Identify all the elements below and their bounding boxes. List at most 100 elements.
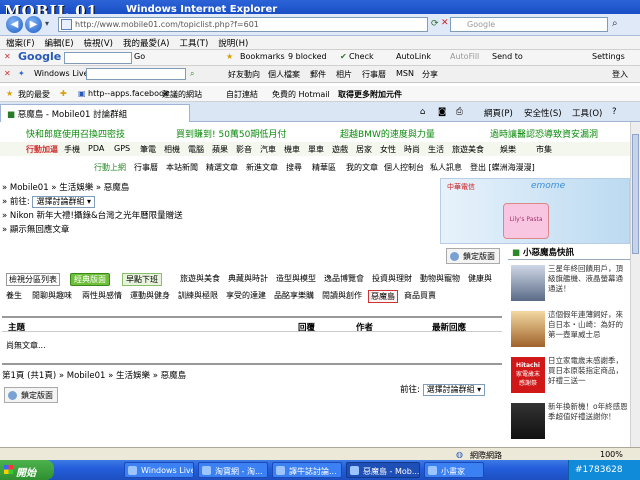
menu-tools[interactable]: 工具(T)	[179, 37, 208, 49]
nav-notebook[interactable]: 筆電	[140, 144, 156, 155]
classic-layout-button[interactable]: 經典版面	[70, 273, 110, 286]
feeds-icon[interactable]: ◙	[438, 107, 446, 117]
tools-menu[interactable]: 工具(O)	[572, 107, 602, 119]
subnav-mobile-web[interactable]: 行動上網	[94, 162, 126, 173]
send-to-button[interactable]: Send to	[492, 52, 523, 61]
live-item-mail[interactable]: 郵件	[310, 69, 326, 80]
cat-model[interactable]: 造型與模型	[276, 273, 316, 284]
cat-expo[interactable]: 逸品博覽會	[324, 273, 364, 284]
live-item-msn[interactable]: MSN	[396, 69, 414, 78]
subnav-search[interactable]: 搜尋	[286, 162, 302, 173]
taskbar-item-windows-live[interactable]: Windows Live...	[124, 462, 194, 478]
taskbar-item-paint[interactable]: 小畫家	[424, 462, 484, 478]
live-item-calendar[interactable]: 行事曆	[362, 69, 386, 80]
ad-link-2[interactable]: 買到賺到! 50萬50期低月付	[176, 127, 286, 140]
news-item[interactable]: 三星年終回饋用戶，頂級旗艦機、液晶螢幕通通送！	[508, 262, 630, 306]
ad-link-1[interactable]: 快和郎庭使用召換四密技	[26, 127, 125, 140]
home-icon[interactable]: ⌂	[420, 107, 425, 117]
print-icon[interactable]: ⎙	[456, 107, 463, 117]
nav-entertainment[interactable]: 娛樂	[500, 144, 516, 155]
menu-edit[interactable]: 編輯(E)	[45, 37, 74, 49]
taskbar-item-taobao[interactable]: 淘寶網 - 淘...	[198, 462, 268, 478]
cat-collect-watch[interactable]: 典藏與時計	[228, 273, 268, 284]
subnav-calendar[interactable]: 行事曆	[134, 162, 158, 173]
autofill-button[interactable]: AutoFill	[450, 52, 479, 61]
fav-link-addons[interactable]: 取得更多附加元件	[338, 89, 402, 100]
search-input[interactable]: Google	[450, 17, 608, 32]
show-unanswered-link[interactable]: » 顯示無回應文章	[2, 223, 69, 235]
vertical-scrollbar[interactable]	[630, 122, 640, 447]
cat-trade[interactable]: 商品買賣	[404, 290, 436, 301]
cat-devil-island-current[interactable]: 惡魔島	[368, 290, 398, 303]
nikon-promo-link[interactable]: » Nikon 新年大禮!攝錄&台灣之光年曆限量贈送	[2, 209, 183, 221]
forum-select[interactable]: 選擇討論群組 ▾	[32, 195, 96, 208]
early-leave-button[interactable]: 早點下班	[122, 273, 162, 286]
stop-icon[interactable]: ✕	[441, 18, 449, 28]
subnav-essence[interactable]: 精華區	[312, 162, 336, 173]
live-search-input[interactable]	[86, 68, 186, 80]
ad-link-4[interactable]: 過時讓醫認恐導致資安漏洞	[490, 127, 598, 140]
col-author[interactable]: 作者	[356, 321, 373, 333]
bottom-forum-select[interactable]: 選擇討論群組 ▾	[422, 383, 486, 396]
cat-relationship[interactable]: 兩性與感情	[82, 290, 122, 301]
nav-home[interactable]: 居家	[356, 144, 372, 155]
nav-travel[interactable]: 旅遊美食	[452, 144, 484, 155]
close-toolbar-icon[interactable]: ✕	[4, 52, 11, 61]
news-item[interactable]: 新年換新機！o年終感恩季超值好禮送謝你！	[508, 400, 630, 444]
close-live-icon[interactable]: ✕	[4, 69, 11, 78]
fav-link-facebook[interactable]: http--apps.facebook	[88, 89, 169, 98]
nav-mobile[interactable]: 行動加逼	[26, 144, 58, 155]
spellcheck-button[interactable]: Check	[349, 52, 374, 61]
emome-banner[interactable]: 中華電信 emome Lily's Pasta	[440, 178, 630, 244]
subnav-new[interactable]: 新進文章	[246, 162, 278, 173]
favorites-button[interactable]: 我的最愛	[18, 89, 50, 100]
google-search-input[interactable]	[64, 52, 132, 64]
pager-breadcrumb[interactable]: 第1頁 (共1頁) » Mobile01 » 生活娛樂 » 惡魔島	[2, 369, 186, 381]
menu-help[interactable]: 說明(H)	[218, 37, 248, 49]
page-menu[interactable]: 網頁(P)	[484, 107, 513, 119]
back-button[interactable]: ◀	[6, 16, 23, 33]
cat-finance[interactable]: 投資與理財	[372, 273, 412, 284]
live-item-profile[interactable]: 個人檔案	[268, 69, 300, 80]
nav-car[interactable]: 汽車	[260, 144, 276, 155]
cat-enjoy[interactable]: 享受的達建	[226, 290, 266, 301]
menu-view[interactable]: 檢視(V)	[84, 37, 113, 49]
nav-av[interactable]: 影音	[236, 144, 252, 155]
taskbar-item-forum[interactable]: 譯牛誌討論...	[272, 462, 342, 478]
nav-motorbike[interactable]: 機車	[284, 144, 300, 155]
url-input[interactable]: http://www.mobile01.com/topiclist.php?f=…	[58, 17, 428, 32]
cat-travel-food[interactable]: 旅遊與美食	[180, 273, 220, 284]
add-favorite-icon[interactable]: ✚	[60, 89, 67, 98]
cat-wellness[interactable]: 養生	[6, 290, 22, 301]
recent-pages-dropdown[interactable]: ▾	[45, 19, 49, 28]
fav-link-custom[interactable]: 自訂連結	[226, 89, 258, 100]
col-topic[interactable]: 主題	[8, 321, 25, 333]
nav-apple[interactable]: 蘋果	[212, 144, 228, 155]
fav-link-hotmail[interactable]: 免費的 Hotmail	[272, 89, 330, 100]
nav-market[interactable]: 市集	[536, 144, 552, 155]
scrollbar-thumb[interactable]	[632, 134, 639, 254]
settings-button[interactable]: Settings	[592, 52, 625, 61]
view-sections-button[interactable]: 檢視分區列表	[6, 273, 60, 286]
cat-pets[interactable]: 動物與寵物	[420, 273, 460, 284]
lock-layout-button[interactable]: 鎖定版面	[446, 248, 500, 264]
cat-wine[interactable]: 品酩享樂購	[274, 290, 314, 301]
forward-button[interactable]: ▶	[25, 16, 42, 33]
subnav-messages[interactable]: 私人訊息	[430, 162, 462, 173]
nav-pc[interactable]: 電腦	[188, 144, 204, 155]
cat-extreme[interactable]: 訓練與極限	[178, 290, 218, 301]
fav-link-suggested[interactable]: 建議的網站	[162, 89, 202, 100]
col-replies[interactable]: 回覆	[298, 321, 315, 333]
nav-bicycle[interactable]: 單車	[308, 144, 324, 155]
nav-phone[interactable]: 手機	[64, 144, 80, 155]
live-signin-link[interactable]: 登入	[612, 69, 628, 80]
autolink-button[interactable]: AutoLink	[396, 52, 431, 61]
cat-health[interactable]: 健康與	[468, 273, 492, 284]
help-icon[interactable]: ?	[612, 107, 617, 117]
menu-favorites[interactable]: 我的最愛(A)	[123, 37, 169, 49]
live-item-share[interactable]: 分享	[422, 69, 438, 80]
refresh-icon[interactable]: ⟳	[431, 19, 439, 29]
nav-camera[interactable]: 相機	[164, 144, 180, 155]
subnav-control-panel[interactable]: 個人控制台	[384, 162, 424, 173]
live-search-icon[interactable]: ⌕	[190, 69, 194, 79]
